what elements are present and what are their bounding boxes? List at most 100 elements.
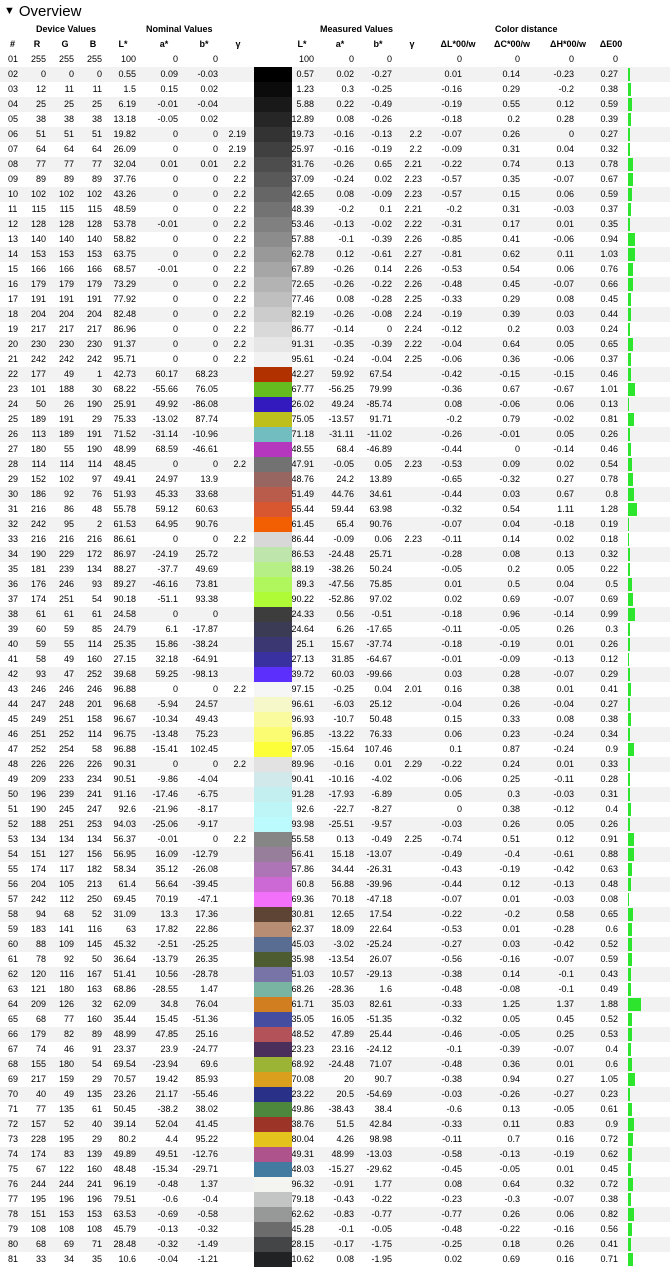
table-row[interactable]: 56 204 105 213 61.4 56.64 -39.45 60.8 56.88 -39.9… <box>0 877 670 892</box>
table-row[interactable]: 53 134 134 134 56.37 -0.01 0 2.2 55.58 0.13 -0.49 2… <box>0 832 670 847</box>
delta-h-cell: -0.15 <box>553 369 574 379</box>
table-row[interactable]: 29 152 102 97 49.41 24.97 13.9 48.76 24.2 13.89 -0… <box>0 472 670 487</box>
table-row[interactable]: 02 0 0 0 0.55 0.09 -0.03 0.57 0.02 -0.27 0.01 0.14-… <box>0 67 670 82</box>
table-row[interactable]: 20 230 230 230 91.37 0 0 2.2 91.31 -0.35 -0.39 2.22… <box>0 337 670 352</box>
table-row[interactable]: 37 174 251 54 90.18 -51.1 93.38 90.22 -52.86 97.0… <box>0 592 670 607</box>
device-r-cell: 51 <box>35 129 46 139</box>
table-row[interactable]: 39 60 59 85 24.79 6.1 -17.87 24.64 6.26 -17.65 -0.… <box>0 622 670 637</box>
device-r-cell: 196 <box>30 789 46 799</box>
table-row[interactable]: 67 74 46 91 23.37 23.9 -24.77 23.23 23.16 -24.12-… <box>0 1042 670 1057</box>
table-row[interactable]: 73 228 195 29 80.2 4.4 95.22 80.04 4.26 98.98 -0.1… <box>0 1132 670 1147</box>
delta-c-cell: 0.36 <box>502 1059 520 1069</box>
table-row[interactable]: 76 244 244 241 96.19 -0.48 1.37 96.32 -0.91 1.77 0… <box>0 1177 670 1192</box>
table-row[interactable]: 08 77 77 77 32.04 0.01 0.01 2.2 31.76 -0.26 0.65 2.… <box>0 157 670 172</box>
table-row[interactable]: 71 77 135 61 50.45 -38.2 38.02 49.86 -38.43 38.4-… <box>0 1102 670 1117</box>
table-row[interactable]: 21 242 242 242 95.71 0 0 2.2 95.61 -0.24 -0.04 2.25… <box>0 352 670 367</box>
table-row[interactable]: 47 252 254 58 96.88 -15.41 102.45 97.05 -15.64 10… <box>0 742 670 757</box>
table-row[interactable]: 62 120 116 167 51.41 10.56 -28.78 51.03 10.57 -29… <box>0 967 670 982</box>
table-row[interactable]: 61 78 92 50 36.64 -13.79 26.35 35.98 -13.54 26.07… <box>0 952 670 967</box>
table-row[interactable]: 52 188 251 253 94.03 -25.06 -9.17 93.98 -25.51 -9… <box>0 817 670 832</box>
table-row[interactable]: 23 101 188 30 68.22 -55.66 76.05 67.77 -56.25 79.… <box>0 382 670 397</box>
table-row[interactable]: 16 179 179 179 73.29 0 0 2.2 72.65 -0.26 -0.22 2.26… <box>0 277 670 292</box>
table-row[interactable]: 51 190 245 247 92.6 -21.96 -8.17 92.6 -22.7 -8.27… <box>0 802 670 817</box>
table-row[interactable]: 17 191 191 191 77.92 0 0 2.2 77.46 0.08 -0.28 2.25-… <box>0 292 670 307</box>
table-row[interactable]: 66 179 82 89 48.99 47.85 25.16 48.52 47.89 25.44-… <box>0 1027 670 1042</box>
table-row[interactable]: 07 64 64 64 26.09 0 0 2.19 25.97 -0.16 -0.19 2.2 -0.… <box>0 142 670 157</box>
table-row[interactable]: 80 68 69 71 28.48 -0.32 -1.49 28.15 -0.17 -1.75 -0… <box>0 1237 670 1252</box>
device-g-cell: 255 <box>58 54 74 64</box>
table-row[interactable]: 74 174 83 139 49.89 49.51 -12.76 49.31 48.99 -13.… <box>0 1147 670 1162</box>
nominal-a-cell: 49.51 <box>155 1149 178 1159</box>
table-row[interactable]: 54 151 127 156 56.95 16.09 -12.79 56.41 15.18 -13… <box>0 847 670 862</box>
table-row[interactable]: 06 51 51 51 19.82 0 0 2.19 19.73 -0.16 -0.13 2.2 -0.… <box>0 127 670 142</box>
table-row[interactable]: 19 217 217 217 86.96 0 0 2.2 86.77 -0.14 0 2.24 -0.1… <box>0 322 670 337</box>
table-row[interactable]: 42 93 47 252 39.68 59.25 -98.13 39.72 60.03 -99.6… <box>0 667 670 682</box>
nominal-b-cell: 0 <box>212 534 218 544</box>
table-row[interactable]: 41 58 49 160 27.15 32.18 -64.91 27.13 31.85 -64.6… <box>0 652 670 667</box>
nominal-a-cell: -9.86 <box>157 774 178 784</box>
table-row[interactable]: 65 68 77 160 35.44 15.45 -51.36 35.05 16.05 -51.3… <box>0 1012 670 1027</box>
table-row[interactable]: 12 128 128 128 53.78 -0.01 0 2.2 53.46 -0.13 -0.02… <box>0 217 670 232</box>
table-row[interactable]: 36 176 246 93 89.27 -46.16 73.81 89.3 -47.56 75.8… <box>0 577 670 592</box>
table-row[interactable]: 44 247 248 201 96.68 -5.94 24.57 96.61 -6.03 25.1… <box>0 697 670 712</box>
table-row[interactable]: 25 189 191 29 75.33 -13.02 87.74 75.05 -13.57 91.… <box>0 412 670 427</box>
table-row[interactable]: 10 102 102 102 43.26 0 0 2.2 42.65 0.08 -0.09 2.23-… <box>0 187 670 202</box>
delta-c-cell: -0.05 <box>499 1029 520 1039</box>
table-row[interactable]: 26 113 189 191 71.52 -31.14 -10.96 71.18 -31.11-… <box>0 427 670 442</box>
table-row[interactable]: 27 180 55 190 48.99 68.59 -46.61 48.55 68.4 -46.8… <box>0 442 670 457</box>
table-row[interactable]: 40 59 55 114 25.35 15.86 -38.24 25.1 15.67 -37.74… <box>0 637 670 652</box>
table-row[interactable]: 81 33 34 35 10.6 -0.04 -1.21 10.62 0.08 -1.95 0.02… <box>0 1252 670 1267</box>
table-row[interactable]: 50 196 239 241 91.16 -17.46 -6.75 91.28 -17.93 -6… <box>0 787 670 802</box>
table-row[interactable]: 58 94 68 52 31.09 13.3 17.36 30.81 12.65 17.54 -0.… <box>0 907 670 922</box>
table-row[interactable]: 31 216 86 48 55.78 59.12 60.63 55.44 59.44 63.98-… <box>0 502 670 517</box>
table-row[interactable]: 35 181 239 134 88.27 -37.7 49.69 88.19 -38.26 50.… <box>0 562 670 577</box>
table-row[interactable]: 18 204 204 204 82.48 0 0 2.2 82.19 -0.26 -0.08 2.24… <box>0 307 670 322</box>
measured-gamma-cell: 2.23 <box>404 189 422 199</box>
table-row[interactable]: 24 50 26 190 25.91 49.92 -86.08 26.02 49.24 -85.7… <box>0 397 670 412</box>
table-row[interactable]: 49 209 233 234 90.51 -9.86 -4.04 90.41 -10.16 -4.… <box>0 772 670 787</box>
table-row[interactable]: 57 242 112 250 69.45 70.19 -47.1 69.36 70.18 -47.… <box>0 892 670 907</box>
table-row[interactable]: 43 246 246 246 96.88 0 0 2.2 97.15 -0.25 0.04 2.01 0… <box>0 682 670 697</box>
nominal-l-cell: 51.41 <box>113 969 136 979</box>
table-row[interactable]: 48 226 226 226 90.31 0 0 2.2 89.96 -0.16 0.01 2.29-… <box>0 757 670 772</box>
table-row[interactable]: 68 155 180 54 69.54 -23.94 69.6 68.92 -24.48 71.0… <box>0 1057 670 1072</box>
table-row[interactable]: 72 157 52 40 39.14 52.04 41.45 38.76 51.5 42.84 -0… <box>0 1117 670 1132</box>
table-row[interactable]: 11 115 115 115 48.59 0 0 2.2 48.39 -0.2 0.1 2.21 -0.… <box>0 202 670 217</box>
table-row[interactable]: 03 12 11 11 1.5 0.15 0.02 1.23 0.3 -0.25 -0.16 0.29… <box>0 82 670 97</box>
table-row[interactable]: 22 177 49 1 42.73 60.17 68.23 42.27 59.92 67.54 -0… <box>0 367 670 382</box>
triangle-down-icon[interactable]: ▼ <box>4 5 15 17</box>
table-row[interactable]: 04 25 25 25 6.19 -0.01 -0.04 5.88 0.22 -0.49 -0.19… <box>0 97 670 112</box>
table-row[interactable]: 55 174 117 182 58.34 35.12 -26.08 57.86 34.44 -26… <box>0 862 670 877</box>
table-row[interactable]: 09 89 89 89 37.76 0 0 2.2 37.09 -0.24 0.02 2.23 -0.5… <box>0 172 670 187</box>
table-row[interactable]: 69 217 159 29 70.57 19.42 85.93 70.08 20 90.7 -0.3… <box>0 1072 670 1087</box>
table-row[interactable]: 64 209 126 32 62.09 34.8 76.04 61.71 35.03 82.61-… <box>0 997 670 1012</box>
section-header[interactable]: ▼ Overview <box>0 0 670 22</box>
delta-h-cell: 0.67 <box>556 489 574 499</box>
table-row[interactable]: 15 166 166 166 68.57 -0.01 0 2.2 67.89 -0.26 0.14 2… <box>0 262 670 277</box>
table-row[interactable]: 59 183 141 116 63 17.82 22.86 62.37 18.09 22.64 -0… <box>0 922 670 937</box>
table-row[interactable]: 45 249 251 158 96.67 -10.34 49.43 96.93 -10.7 50.… <box>0 712 670 727</box>
table-row[interactable]: 75 67 122 160 48.48 -15.34 -29.71 48.03 -15.27 -2… <box>0 1162 670 1177</box>
table-row[interactable]: 77 195 196 196 79.51 -0.6 -0.4 79.18 -0.43 -0.22-… <box>0 1192 670 1207</box>
table-row[interactable]: 30 186 92 76 51.93 45.33 33.68 51.49 44.76 34.61-… <box>0 487 670 502</box>
table-row[interactable]: 78 151 153 153 63.53 -0.69 -0.58 62.62 -0.83 -0.7… <box>0 1207 670 1222</box>
table-row[interactable]: 60 88 109 145 45.32 -2.51 -25.25 45.03 -3.02 -25.… <box>0 937 670 952</box>
table-row[interactable]: 33 216 216 216 86.61 0 0 2.2 86.44 -0.09 0.06 2.23-… <box>0 532 670 547</box>
device-b-cell: 29 <box>91 1134 102 1144</box>
table-row[interactable]: 32 242 95 2 61.53 64.95 90.76 61.45 65.4 90.76 -0.… <box>0 517 670 532</box>
delta-h-cell: -0.06 <box>553 234 574 244</box>
table-row[interactable]: 28 114 114 114 48.45 0 0 2.2 47.91 -0.05 0.05 2.23-… <box>0 457 670 472</box>
table-row[interactable]: 34 190 229 172 86.97 -24.19 25.72 86.53 -24.48 25… <box>0 547 670 562</box>
table-row[interactable]: 70 40 49 135 23.26 21.17 -55.46 23.22 20.5 -54.69… <box>0 1087 670 1102</box>
table-row[interactable]: 13 140 140 140 58.82 0 0 2.2 57.88 -0.1 -0.39 2.26-… <box>0 232 670 247</box>
delta-l-cell: -0.1 <box>446 1044 462 1054</box>
table-row[interactable]: 14 153 153 153 63.75 0 0 2.2 62.78 0.12 -0.61 2.27-… <box>0 247 670 262</box>
table-row[interactable]: 01 255 255 255 100 0 0 100 0 0 0 0 0 0 <box>0 52 670 67</box>
table-row[interactable]: 46 251 252 114 96.75 -13.48 75.23 96.85 -13.22 76… <box>0 727 670 742</box>
table-row[interactable]: 63 121 180 163 68.86 -28.55 1.47 68.26 -28.36 1.6… <box>0 982 670 997</box>
table-row[interactable]: 05 38 38 38 13.18 -0.05 0.02 12.89 0.08 -0.26 -0.1… <box>0 112 670 127</box>
table-row[interactable]: 38 61 61 61 24.58 0 0 24.33 0.56 -0.51 -0.18 0.96 -0… <box>0 607 670 622</box>
measured-b-cell: 50.24 <box>369 564 392 574</box>
nominal-a-cell: -13.48 <box>152 729 178 739</box>
table-row[interactable]: 79 108 108 108 45.79 -0.13 -0.32 45.28 -0.1 -0.05… <box>0 1222 670 1237</box>
